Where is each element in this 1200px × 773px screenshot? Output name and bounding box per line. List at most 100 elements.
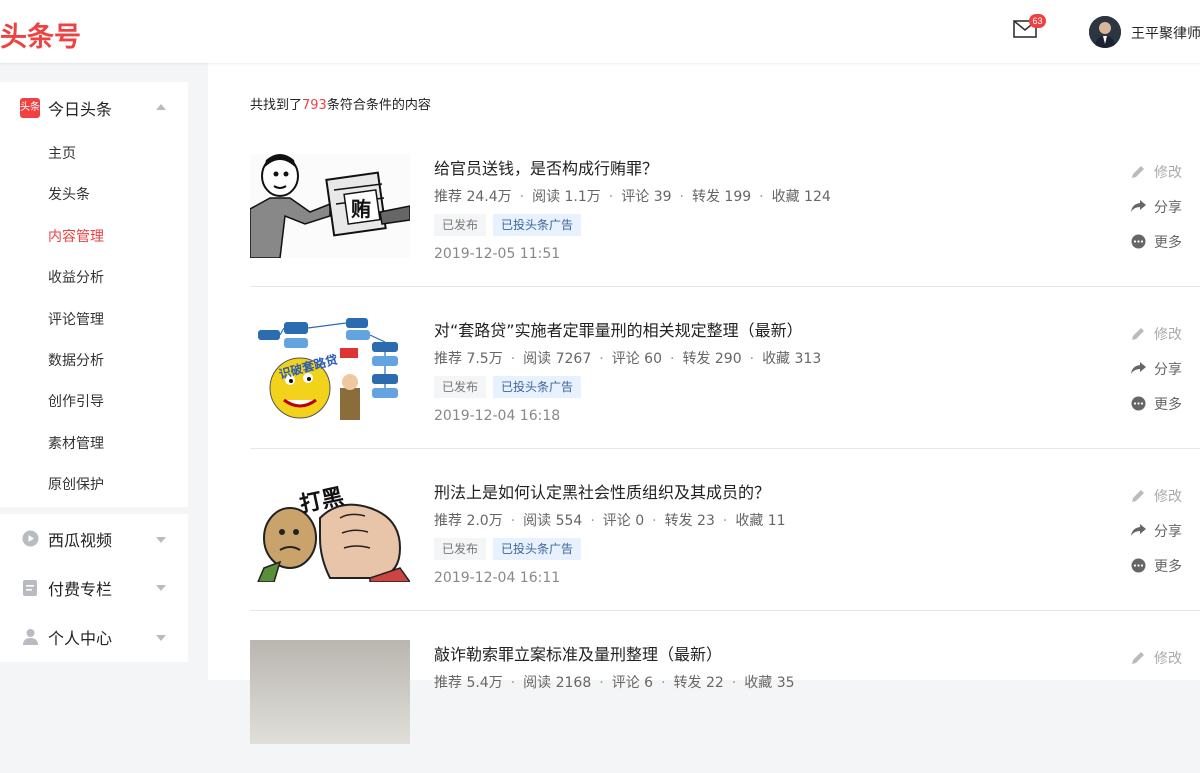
- toutiao-icon-badge: 头条: [20, 98, 40, 118]
- edit-label: 修改: [1154, 650, 1182, 667]
- toutiao-icon: 头条: [20, 98, 40, 118]
- ad-badge: 已投头条广告: [493, 214, 582, 236]
- meta-recommend: 推荐 24.4万: [434, 189, 512, 205]
- share-icon: [1130, 199, 1146, 215]
- article-tags: 已发布 已投头条广告: [434, 376, 582, 398]
- nav-head-label: 付费专栏: [48, 579, 113, 599]
- share-icon: [1130, 361, 1146, 377]
- more-button[interactable]: 更多: [1130, 386, 1200, 421]
- sidebar-item-revenue[interactable]: 收益分析: [0, 258, 188, 299]
- ad-badge: 已投头条广告: [493, 538, 582, 560]
- edit-label: 修改: [1154, 164, 1182, 181]
- mail-count-badge: 63: [1029, 14, 1046, 28]
- pencil-icon: [1130, 326, 1146, 342]
- article-date: 2019-12-04 16:11: [434, 570, 561, 586]
- nav-head-personal[interactable]: 个人中心: [0, 613, 188, 661]
- status-badge: 已发布: [434, 538, 487, 560]
- article-meta: 推荐 7.5万 · 阅读 7267 · 评论 60 · 转发 290 · 收藏 313: [434, 351, 822, 367]
- sidebar-item-data[interactable]: 数据分析: [0, 341, 188, 382]
- article-row: 识破套路贷 对“套路贷”实施者定罪量刑的相关规定整理（最新） 推荐 7.5万 · 阅…: [250, 287, 1200, 449]
- meta-read: 阅读 554: [523, 513, 583, 529]
- pencil-icon: [1130, 488, 1146, 504]
- article-title[interactable]: 给官员送钱，是否构成行贿罪？: [434, 155, 658, 179]
- meta-favorite: 收藏 35: [744, 675, 795, 691]
- share-button[interactable]: 分享: [1130, 189, 1200, 224]
- article-row: 敲诈勒索罪立案标准及量刑整理（最新） 推荐 5.4万 · 阅读 2168 · 评论 6 ·…: [250, 611, 1200, 773]
- sidebar-item-original[interactable]: 原创保护: [0, 465, 188, 506]
- result-count: 793: [302, 98, 327, 113]
- article-actions: 修改 分享 更多: [1130, 154, 1200, 259]
- share-button[interactable]: 分享: [1130, 513, 1200, 548]
- edit-button[interactable]: 修改: [1130, 478, 1200, 513]
- meta-read: 阅读 7267: [523, 351, 592, 367]
- nav-head-xigua[interactable]: 西瓜视频: [0, 515, 188, 563]
- chevron-up-icon: [156, 104, 166, 110]
- more-icon: [1130, 396, 1146, 412]
- more-label: 更多: [1154, 396, 1182, 413]
- edit-button[interactable]: 修改: [1130, 316, 1200, 351]
- username[interactable]: 王平聚律师: [1131, 23, 1200, 43]
- meta-favorite: 收藏 313: [762, 351, 822, 367]
- pencil-icon: [1130, 650, 1146, 666]
- status-badge: 已发布: [434, 376, 487, 398]
- sidebar-item-publish[interactable]: 发头条: [0, 175, 188, 216]
- sidebar-item-home[interactable]: 主页: [0, 134, 188, 175]
- article-date: 2019-12-05 11:51: [434, 246, 561, 262]
- chevron-down-icon: [156, 584, 166, 591]
- meta-favorite: 收藏 11: [735, 513, 786, 529]
- content-panel: 共找到了793条符合条件的内容 贿 给官员送钱，是否构成行贿罪？ 推荐 24.4…: [208, 63, 1200, 744]
- logo[interactable]: 头条号: [0, 15, 81, 54]
- article-meta: 推荐 5.4万 · 阅读 2168 · 评论 6 · 转发 22 · 收藏 35: [434, 675, 795, 691]
- article-title[interactable]: 敲诈勒索罪立案标准及量刑整理（最新）: [434, 641, 722, 665]
- sidebar-item-guide[interactable]: 创作引导: [0, 382, 188, 423]
- share-label: 分享: [1154, 523, 1182, 540]
- sidebar: 头条 今日头条 主页 发头条 内容管理 收益分析 评论管理 数据分析 创作引导 …: [0, 82, 188, 669]
- meta-read: 阅读 1.1万: [532, 189, 601, 205]
- article-actions: 修改 分享 更多: [1130, 316, 1200, 421]
- more-button[interactable]: 更多: [1130, 224, 1200, 259]
- sidebar-item-materials[interactable]: 素材管理: [0, 424, 188, 465]
- meta-recommend: 推荐 2.0万: [434, 513, 503, 529]
- article-thumbnail[interactable]: 打黑: [250, 478, 410, 582]
- edit-label: 修改: [1154, 326, 1182, 343]
- article-tags: 已发布 已投头条广告: [434, 214, 582, 236]
- article-tags: 已发布 已投头条广告: [434, 538, 582, 560]
- chevron-down-icon: [156, 634, 166, 641]
- document-icon: [20, 578, 40, 598]
- nav-head-toutiao[interactable]: 头条 今日头条: [0, 82, 188, 134]
- sidebar-item-content-manage[interactable]: 内容管理: [0, 217, 188, 258]
- result-prefix: 共找到了: [250, 98, 303, 113]
- avatar[interactable]: [1089, 16, 1121, 48]
- article-thumbnail[interactable]: 贿: [250, 154, 410, 258]
- share-label: 分享: [1154, 199, 1182, 216]
- sidebar-item-comments[interactable]: 评论管理: [0, 300, 188, 341]
- article-title[interactable]: 刑法上是如何认定黑社会性质组织及其成员的？: [434, 479, 770, 503]
- article-title[interactable]: 对“套路贷”实施者定罪量刑的相关规定整理（最新）: [434, 317, 803, 341]
- nav-head-paid-column[interactable]: 付费专栏: [0, 563, 188, 613]
- meta-recommend: 推荐 7.5万: [434, 351, 503, 367]
- nav-head-label: 西瓜视频: [48, 530, 113, 550]
- result-summary: 共找到了793条符合条件的内容: [250, 94, 431, 113]
- article-actions: 修改: [1130, 640, 1200, 675]
- meta-recommend: 推荐 5.4万: [434, 675, 503, 691]
- article-thumbnail[interactable]: 识破套路贷: [250, 316, 410, 420]
- meta-forward: 转发 22: [673, 675, 724, 691]
- article-meta: 推荐 2.0万 · 阅读 554 · 评论 0 · 转发 23 · 收藏 11: [434, 513, 786, 529]
- chevron-down-icon: [156, 536, 166, 543]
- share-icon: [1130, 523, 1146, 539]
- pencil-icon: [1130, 164, 1146, 180]
- more-button[interactable]: 更多: [1130, 548, 1200, 583]
- meta-forward: 转发 290: [682, 351, 742, 367]
- meta-comment: 评论 60: [611, 351, 662, 367]
- share-label: 分享: [1154, 361, 1182, 378]
- meta-read: 阅读 2168: [523, 675, 592, 691]
- meta-forward: 转发 199: [691, 189, 752, 205]
- person-icon: [20, 627, 40, 647]
- more-icon: [1130, 558, 1146, 574]
- edit-button[interactable]: 修改: [1130, 640, 1200, 675]
- nav-head-label: 个人中心: [48, 628, 113, 648]
- article-thumbnail[interactable]: [250, 640, 410, 744]
- edit-button[interactable]: 修改: [1130, 154, 1200, 189]
- share-button[interactable]: 分享: [1130, 351, 1200, 386]
- edit-label: 修改: [1154, 488, 1182, 505]
